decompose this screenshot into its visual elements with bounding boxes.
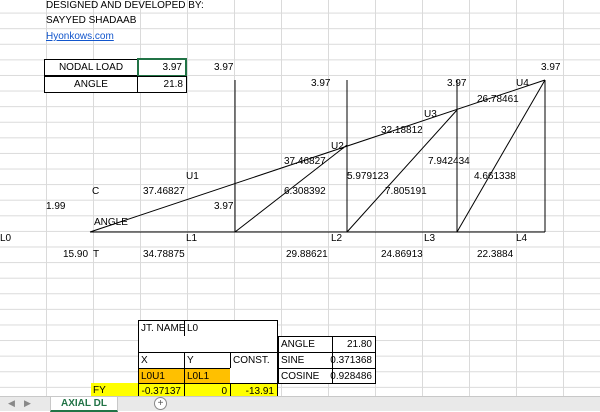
sine-label-cell: SINE <box>278 352 333 369</box>
node-label-u4: U4 <box>516 78 529 89</box>
load-u2: 3.97 <box>311 78 331 89</box>
compression-label: C <box>92 186 100 197</box>
node-label-l2: L2 <box>331 233 343 244</box>
force-l0l1-left: 15.90 <box>63 249 89 260</box>
force-l2l3: 24.86913 <box>381 249 423 260</box>
trig-angle-label: ANGLE <box>281 339 315 350</box>
y-header-cell: Y <box>184 352 231 369</box>
sine-value-cell[interactable]: 0.371368 <box>330 352 376 369</box>
fy-const-value: -13.91 <box>245 386 274 396</box>
force-u2u3: 32.18812 <box>381 125 423 136</box>
force-l1l2: 29.88621 <box>286 249 328 260</box>
cosine-label: COSINE <box>281 371 320 382</box>
fy-x-cell[interactable]: -0.37137 <box>138 383 185 396</box>
tab-nav-right-icon[interactable]: ▶ <box>24 398 31 409</box>
node-label-l0: L0 <box>0 233 12 244</box>
force-l0u1: 37.46827 <box>143 186 185 197</box>
fy-y-value: 0 <box>221 386 227 396</box>
load-left: 3.97 <box>214 201 234 212</box>
force-vertical-u2: 5.979123 <box>347 171 389 182</box>
load-u3: 3.97 <box>447 78 467 89</box>
support-reaction: 1.99 <box>46 201 66 212</box>
x-header: X <box>141 355 148 366</box>
jt-name-label: JT. NAME <box>141 323 186 334</box>
force-diagonal-2: 7.805191 <box>385 186 427 197</box>
angle-marker-label: ANGLE <box>94 217 128 228</box>
force-l3l4: 22.3884 <box>477 249 514 260</box>
cosine-value-cell[interactable]: 0.928486 <box>330 368 376 384</box>
node-label-l3: L3 <box>424 233 436 244</box>
node-label-u3: U3 <box>424 109 437 120</box>
tension-label: T <box>93 249 100 260</box>
sheet-tab-bar: ◀ ▶ AXIAL DL + <box>0 396 600 412</box>
y-header: Y <box>187 355 194 366</box>
trig-angle-value-cell[interactable]: 21.80 <box>332 336 376 353</box>
y-member-cell[interactable]: L0L1 <box>184 368 231 384</box>
jt-name-value-cell[interactable]: L0 <box>184 320 231 337</box>
load-u4: 3.97 <box>541 62 561 73</box>
trig-angle-value: 21.80 <box>346 339 372 350</box>
add-sheet-icon[interactable]: + <box>154 397 167 410</box>
force-u3u4: 26.78461 <box>477 94 519 105</box>
const-header: CONST. <box>233 355 270 366</box>
tab-nav-left-icon[interactable]: ◀ <box>8 398 15 409</box>
const-header-cell: CONST. <box>230 352 278 369</box>
force-l0l1: 34.78875 <box>143 249 185 260</box>
sine-value: 0.371368 <box>330 355 372 366</box>
x-member: L0U1 <box>141 371 165 382</box>
sine-label: SINE <box>281 355 305 366</box>
fy-const-cell[interactable]: -13.91 <box>230 383 278 396</box>
node-label-u2: U2 <box>331 141 344 152</box>
trig-angle-label-cell: ANGLE <box>278 336 333 353</box>
force-diagonal-3: 7.942434 <box>428 156 470 167</box>
cosine-value: 0.928486 <box>330 371 372 382</box>
jt-name-blank-cell <box>230 320 278 337</box>
x-header-cell: X <box>138 352 185 369</box>
fy-x-value: -0.37137 <box>141 386 181 396</box>
force-diagonal-1: 6.308392 <box>284 186 326 197</box>
fy-y-cell[interactable]: 0 <box>184 383 231 396</box>
node-label-l1: L1 <box>186 233 198 244</box>
load-u1: 3.97 <box>214 62 234 73</box>
force-u1u2: 37.46827 <box>284 156 326 167</box>
const-member-blank <box>230 368 278 384</box>
worksheet-grid[interactable]: DESIGNED AND DEVELOPED BY: SAYYED SHADAA… <box>0 0 600 396</box>
fy-label: FY <box>93 385 106 396</box>
jt-name-label-cell: JT. NAME <box>138 320 185 337</box>
y-member: L0L1 <box>187 371 210 382</box>
calc-blank-row <box>138 336 278 353</box>
node-label-u1: U1 <box>186 171 199 182</box>
cosine-label-cell: COSINE <box>278 368 333 384</box>
node-label-l4: L4 <box>516 233 528 244</box>
fy-label-cell: FY <box>91 383 139 396</box>
force-diagonal-4: 4.661338 <box>474 171 516 182</box>
jt-name-value: L0 <box>187 323 199 334</box>
x-member-cell[interactable]: L0U1 <box>138 368 185 384</box>
